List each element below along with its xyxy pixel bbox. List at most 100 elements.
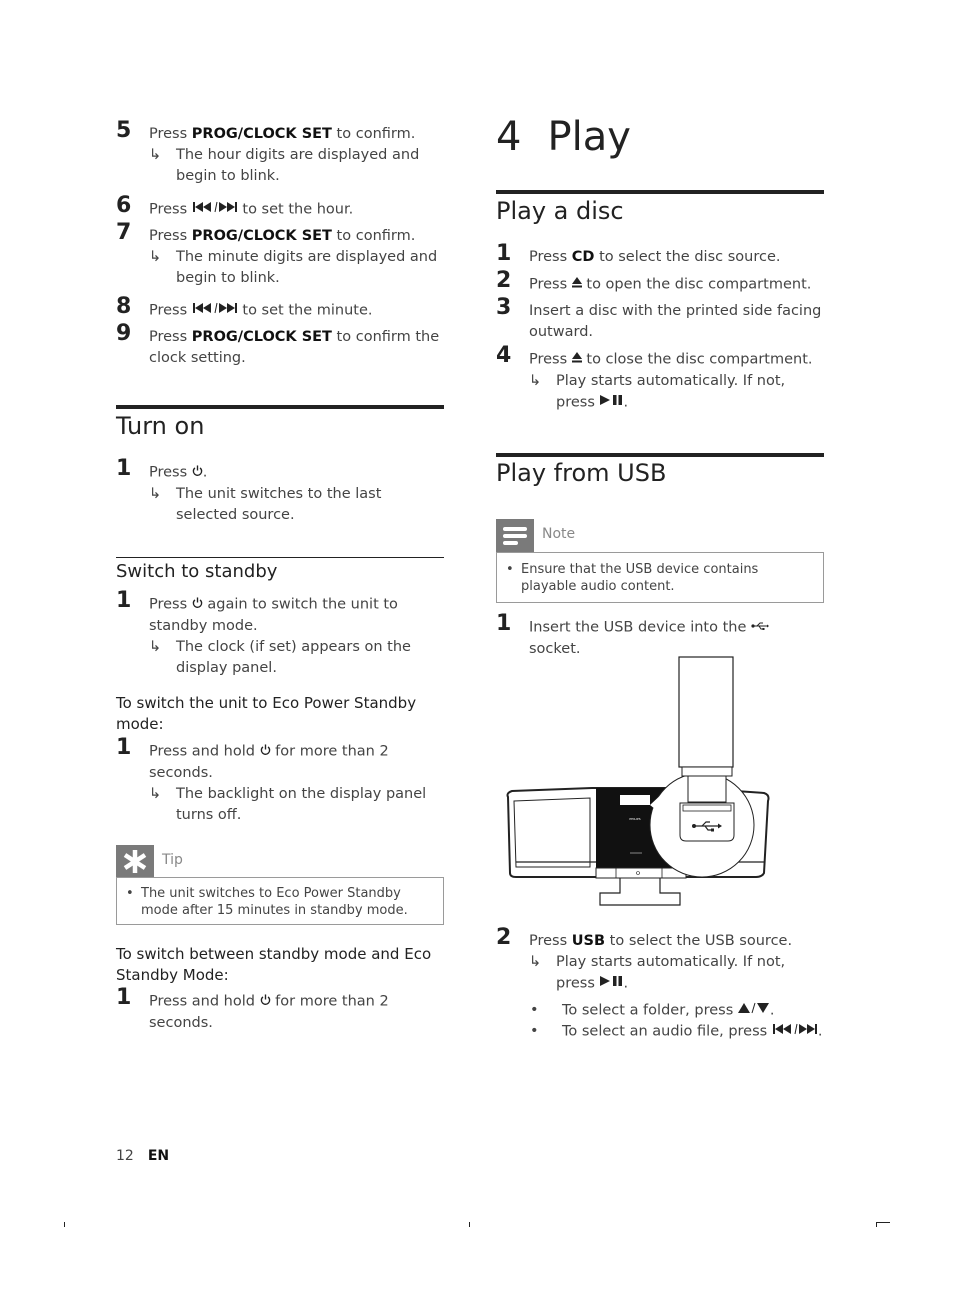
crop-mark [64,1222,65,1227]
disc-step-4: 4 Press to close the disc compartment. ↳… [496,345,824,413]
result-text: The backlight on the display panel turns… [176,785,427,823]
section-title-standby: Switch to standby [116,561,278,582]
step-text: to set the minute. [237,302,373,319]
tip-text: The unit switches to Eco Power Standby m… [141,886,408,918]
step-text: to set the hour. [237,201,354,218]
step-number: 1 [496,241,512,266]
step-result: ↳ Play starts automatically. If not, pres… [529,952,824,995]
step-text: Press and hold [149,993,260,1010]
button-name: PROG/CLOCK SET [191,329,332,345]
result-text: The hour digits are displayed and begin … [176,147,420,184]
button-name: USB [571,933,606,949]
step-number: 4 [496,343,512,368]
step-text: Press [529,933,572,949]
result-text: Play starts automatically. If not, press [556,954,786,992]
step-number: 1 [496,611,512,636]
step-number: 8 [116,294,132,319]
result-arrow-icon: ↳ [149,147,162,163]
note-box: • Ensure that the USB device contains pl… [496,552,824,603]
bullet-text: . [817,1023,823,1040]
crop-mark [876,1222,890,1223]
step-text: Press [149,329,192,345]
step-text: Press [149,201,192,218]
section-title-turn-on: Turn on [116,412,205,440]
bullet: • [530,1002,539,1018]
prev-next-icon [192,300,238,321]
step-text: to select the USB source. [605,933,793,949]
result-arrow-icon: ↳ [149,249,162,265]
usb-stick [678,656,734,768]
result-text: The clock (if set) appears on the displa… [176,638,411,676]
result-arrow-icon: ↳ [149,638,162,655]
note-text: Ensure that the USB device contains play… [521,562,759,594]
switch-between-heading: To switch between standby mode and Eco S… [116,945,432,984]
crop-mark [469,1222,470,1227]
step-text: to confirm. [331,228,416,244]
section-rule [496,190,824,194]
chapter-title: Play [547,114,631,160]
result-arrow-icon: ↳ [149,785,162,802]
brand-logo: PHILIPS [629,817,640,821]
prev-next-icon [772,1021,818,1042]
step-number: 7 [116,220,132,245]
bullet: • [530,1023,539,1039]
button-name: PROG/CLOCK SET [191,228,332,244]
step-text: Press [529,351,572,368]
tip-icon-tab [116,845,154,878]
result-text: The unit switches to the last selected s… [176,485,382,523]
step-text: to select the disc source. [594,249,781,265]
step-text: Press [149,302,192,319]
power-icon [192,594,203,615]
power-icon [192,462,203,483]
note-icon-tab [496,519,534,552]
page-number: 12 [116,1148,134,1164]
language-code: EN [147,1148,170,1164]
bullet: • [126,886,134,901]
step-number: 6 [116,193,132,218]
clock-step-6: 6 Press to set the hour. [116,195,444,221]
button-name: PROG/CLOCK SET [191,126,332,142]
usb-step-2: 2 Press USB to select the USB source. ↳ P… [496,927,824,995]
step-result: ↳ The minute digits are displayed and beg… [149,247,444,289]
eco-step-1: 1 Press and hold for more than 2 seconds… [116,737,444,826]
result-text: Play starts automatically. If not, press [556,372,786,411]
step-text: Insert the USB device into the [529,619,752,636]
crop-mark [876,1222,877,1227]
result-arrow-icon: ↳ [529,372,542,389]
step-number: 2 [496,268,512,293]
step-result: ↳ The backlight on the display panel turn… [149,784,444,826]
bullet: • [506,562,514,577]
step-result: ↳ The unit switches to the last selected … [149,484,444,526]
power-icon [260,741,271,762]
usb-step-1: 1 Insert the USB device into the socket. [496,613,824,660]
usb-bullet-folder: • To select a folder, press . [496,1000,824,1022]
step-number: 1 [116,456,132,481]
usb-icon [751,617,770,638]
display-window [620,795,650,805]
section-title-play-usb: Play from USB [496,459,667,487]
control-strip [595,867,687,879]
turn-on-step-1: 1 Press . ↳ The unit switches to the last… [116,458,444,526]
usb-insertion-illustration: PHILIPS [502,655,778,913]
step-number: 1 [116,588,132,613]
section-rule [116,405,444,409]
step-number: 1 [116,985,132,1010]
chapter-number: 4 [496,114,522,160]
play-pause-icon [599,392,624,413]
page-footer: 12 EN [116,1148,169,1164]
step-text: Press [529,276,572,293]
clock-step-7: 7 Press PROG/CLOCK SET to confirm. ↳ The … [116,222,444,289]
step-text: Press [529,249,572,265]
step-text: to open the disc compartment. [581,276,812,293]
clock-step-5: 5 Press PROG/CLOCK SET to confirm. ↳ The … [116,120,444,187]
step-number: 9 [116,321,132,346]
step-number: 5 [116,118,132,143]
tip-box: • The unit switches to Eco Power Standby… [116,877,444,925]
step-text: to confirm. [331,126,416,142]
switch-between-step-1: 1 Press and hold for more than 2 seconds… [116,987,444,1034]
subsection-rule [116,557,444,558]
step-number: 1 [116,735,132,760]
result-text: . [623,394,629,410]
step-result: ↳ The clock (if set) appears on the displ… [149,637,444,679]
step-number: 2 [496,925,512,950]
